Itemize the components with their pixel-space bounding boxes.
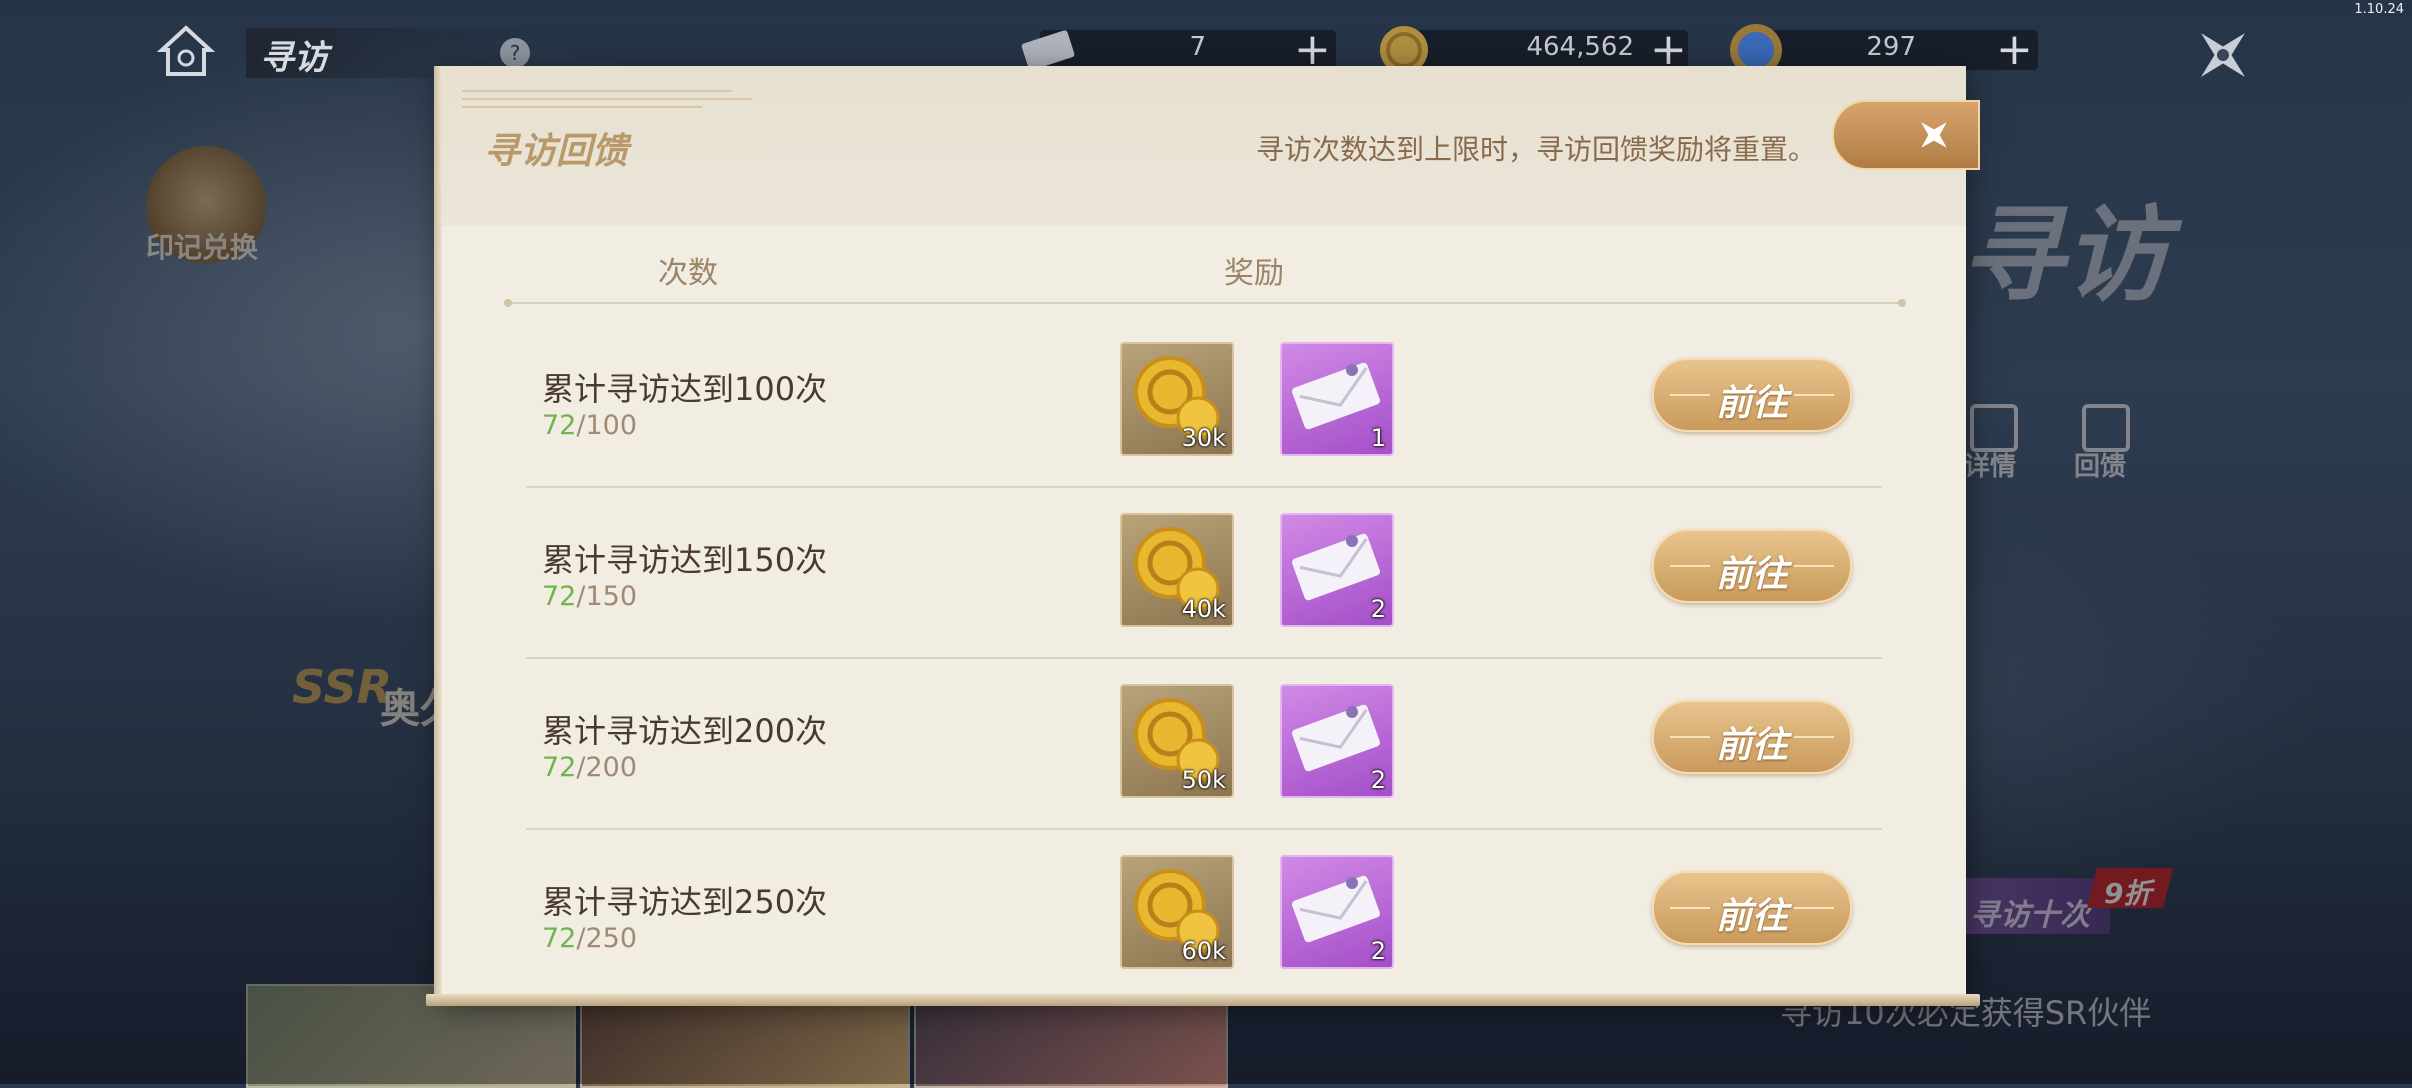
feedback-modal: 寻访回馈 寻访次数达到上限时，寻访回馈奖励将重置。 次数 奖励 累计寻访达到10… xyxy=(426,66,1980,1006)
letter-reward-item[interactable]: 1 xyxy=(1280,342,1394,456)
progress-target: /100 xyxy=(576,410,637,441)
row-title: 累计寻访达到100次 xyxy=(542,370,828,408)
menu-shuriken-icon[interactable] xyxy=(2190,22,2256,88)
gold-reward-qty: 30k xyxy=(1181,424,1226,452)
row-title: 累计寻访达到250次 xyxy=(542,883,828,921)
go-button[interactable]: 前往 xyxy=(1652,529,1852,603)
letter-reward-item[interactable]: 2 xyxy=(1280,513,1394,627)
modal-scroll-bottom xyxy=(426,994,1980,1006)
close-button[interactable] xyxy=(1832,100,1980,170)
top-title: 寻访 xyxy=(260,38,328,78)
gold-reward-qty: 40k xyxy=(1181,595,1226,623)
gold-count: 464,562 xyxy=(1526,32,1634,62)
letter-reward-qty: 2 xyxy=(1370,937,1386,965)
row-progress: 72/100 xyxy=(542,410,637,441)
gem-count: 297 xyxy=(1866,32,1916,62)
go-button-label: 前往 xyxy=(1715,896,1788,937)
row-progress: 72/150 xyxy=(542,581,637,612)
reward-row: 累计寻访达到100次 72/100 30k 1 前往 xyxy=(442,326,1966,496)
row-divider xyxy=(526,486,1882,488)
reward-row: 累计寻访达到200次 72/200 50k 2 前往 xyxy=(442,668,1966,838)
divider-dot xyxy=(504,299,512,307)
help-icon[interactable]: ? xyxy=(500,38,530,68)
progress-current: 72 xyxy=(542,923,577,954)
gold-reward-qty: 60k xyxy=(1181,937,1226,965)
letter-reward-item[interactable]: 2 xyxy=(1280,684,1394,798)
progress-target: /200 xyxy=(576,752,637,783)
gold-reward-item[interactable]: 40k xyxy=(1120,513,1234,627)
letter-reward-item[interactable]: 2 xyxy=(1280,855,1394,969)
progress-current: 72 xyxy=(542,410,577,441)
row-title: 累计寻访达到150次 xyxy=(542,541,828,579)
letter-reward-qty: 2 xyxy=(1370,595,1386,623)
letter-reward-qty: 1 xyxy=(1370,424,1386,452)
row-divider xyxy=(526,657,1882,659)
progress-current: 72 xyxy=(542,752,577,783)
row-progress: 72/250 xyxy=(542,923,637,954)
modal-title: 寻访回馈 xyxy=(484,131,629,172)
modal-scroll-edge xyxy=(434,66,442,1002)
go-button[interactable]: 前往 xyxy=(1652,871,1852,945)
home-icon[interactable] xyxy=(156,22,216,80)
row-divider xyxy=(526,828,1882,830)
row-progress: 72/200 xyxy=(542,752,637,783)
column-header-reward: 奖励 xyxy=(1224,256,1284,291)
row-title: 累计寻访达到200次 xyxy=(542,712,828,750)
modal-reset-note: 寻访次数达到上限时，寻访回馈奖励将重置。 xyxy=(1255,133,1816,166)
close-icon xyxy=(1921,122,1947,148)
add-gems-button[interactable]: + xyxy=(1996,24,2033,75)
letter-reward-qty: 2 xyxy=(1370,766,1386,794)
divider-dot xyxy=(1898,299,1906,307)
progress-target: /250 xyxy=(576,923,637,954)
progress-current: 72 xyxy=(542,581,577,612)
header-divider xyxy=(508,302,1902,304)
go-button-label: 前往 xyxy=(1715,554,1788,595)
version-label: 1.10.24 xyxy=(2354,2,2404,17)
ticket-count: 7 xyxy=(1189,32,1206,62)
column-header-count: 次数 xyxy=(658,256,718,291)
go-button-label: 前往 xyxy=(1715,383,1788,424)
go-button[interactable]: 前往 xyxy=(1652,358,1852,432)
reward-row: 累计寻访达到150次 72/150 40k 2 前往 xyxy=(442,497,1966,667)
gold-reward-qty: 50k xyxy=(1181,766,1226,794)
go-button[interactable]: 前往 xyxy=(1652,700,1852,774)
go-button-label: 前往 xyxy=(1715,725,1788,766)
progress-target: /150 xyxy=(576,581,637,612)
modal-decoration-line xyxy=(462,90,732,92)
reward-row: 累计寻访达到250次 72/250 60k 2 前往 xyxy=(442,839,1966,1009)
gold-reward-item[interactable]: 60k xyxy=(1120,855,1234,969)
modal-decoration-line xyxy=(462,98,752,100)
gold-reward-item[interactable]: 50k xyxy=(1120,684,1234,798)
gold-reward-item[interactable]: 30k xyxy=(1120,342,1234,456)
modal-decoration-line xyxy=(462,106,702,108)
